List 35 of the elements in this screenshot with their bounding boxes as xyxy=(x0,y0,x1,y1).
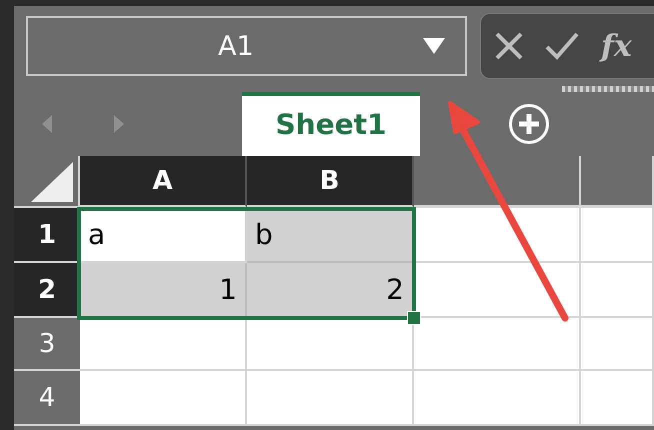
table-cell[interactable] xyxy=(80,318,247,371)
table-cell[interactable] xyxy=(414,318,581,371)
table-cell[interactable]: b xyxy=(247,208,414,263)
table-cell[interactable] xyxy=(414,371,581,426)
column-header[interactable] xyxy=(581,156,654,208)
insert-function-button[interactable]: fx xyxy=(601,28,632,64)
check-icon[interactable] xyxy=(545,32,579,60)
table-cell[interactable]: 2 xyxy=(247,263,414,318)
name-box[interactable]: A1 xyxy=(26,16,467,76)
row-header[interactable]: 4 xyxy=(14,371,80,426)
table-cell[interactable] xyxy=(581,263,654,318)
fill-handle[interactable] xyxy=(407,311,421,325)
table-cell[interactable]: 1 xyxy=(80,263,247,318)
table-cell[interactable] xyxy=(414,263,581,318)
cancel-icon[interactable] xyxy=(495,32,523,60)
table-cell[interactable] xyxy=(80,371,247,426)
table-cell[interactable] xyxy=(247,371,414,426)
column-header[interactable] xyxy=(414,156,581,208)
table-cell[interactable] xyxy=(247,318,414,371)
column-header[interactable]: A xyxy=(80,156,247,208)
name-box-value: A1 xyxy=(218,30,254,62)
table-cell[interactable] xyxy=(581,208,654,263)
select-all-button[interactable] xyxy=(14,156,80,208)
column-header[interactable]: B xyxy=(247,156,414,208)
table-cell[interactable]: a xyxy=(80,208,247,263)
row-header[interactable]: 2 xyxy=(14,263,80,318)
table-cell[interactable] xyxy=(581,318,654,371)
dropdown-icon[interactable] xyxy=(423,38,445,54)
table-cell[interactable] xyxy=(414,208,581,263)
row-header[interactable]: 1 xyxy=(14,208,80,263)
table-cell[interactable] xyxy=(581,371,654,426)
corner-triangle-icon xyxy=(31,162,73,202)
add-sheet-icon[interactable] xyxy=(508,103,550,145)
sheet-tab[interactable]: Sheet1 xyxy=(242,92,420,156)
row-header[interactable]: 3 xyxy=(14,318,80,371)
